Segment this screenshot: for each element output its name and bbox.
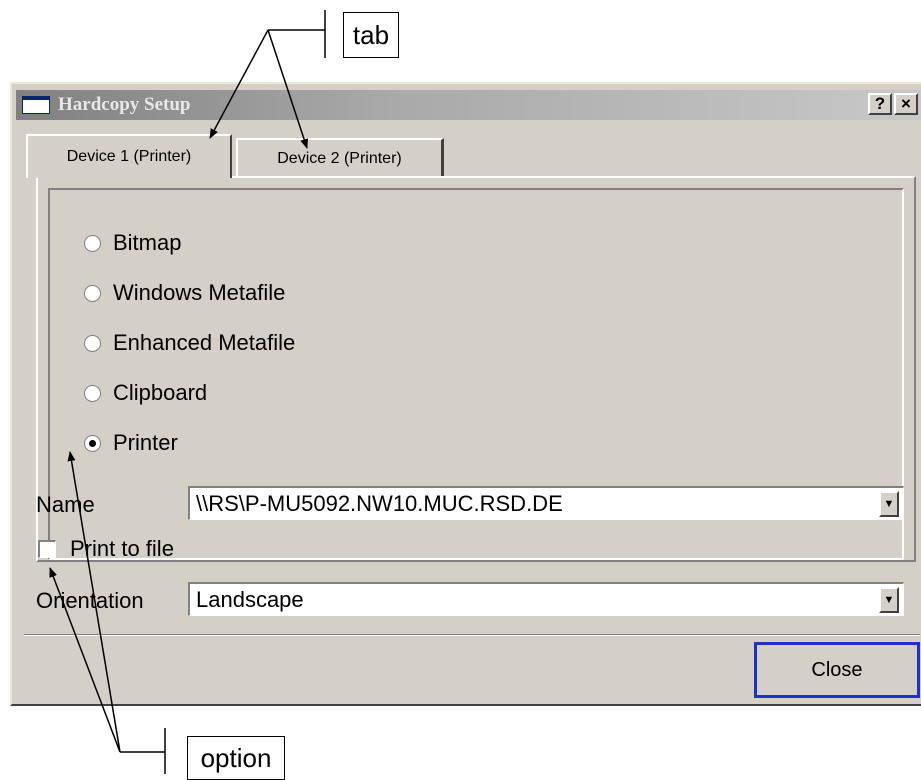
radio-clipboard[interactable] (84, 384, 101, 402)
option-label: Printer (113, 430, 178, 455)
title-bar[interactable]: Hardcopy Setup ? × (16, 90, 921, 120)
print-to-file-label[interactable]: Print to file (70, 536, 174, 562)
option-printer[interactable]: Printer (84, 426, 178, 460)
dialog-title: Hardcopy Setup (58, 94, 191, 115)
radio-bitmap[interactable] (84, 234, 101, 252)
option-label: Enhanced Metafile (113, 330, 296, 355)
tab-device-1[interactable]: Device 1 (Printer) (26, 134, 232, 178)
option-enhanced-metafile[interactable]: Enhanced Metafile (84, 326, 295, 360)
option-callout: option (187, 736, 285, 780)
help-icon[interactable]: ? (868, 93, 892, 115)
close-button[interactable]: Close (754, 642, 920, 698)
window-icon (22, 96, 50, 114)
option-label: Bitmap (113, 230, 182, 255)
chevron-down-icon[interactable]: ▼ (879, 587, 899, 613)
radio-windows-metafile[interactable] (84, 284, 101, 302)
orientation-label: Orientation (36, 588, 144, 613)
option-label: Windows Metafile (113, 280, 286, 305)
hardcopy-setup-dialog: Hardcopy Setup ? × Device 1 (Printer) De… (10, 82, 921, 706)
option-clipboard[interactable]: Clipboard (84, 376, 207, 410)
divider (24, 634, 920, 636)
tab-device-2[interactable]: Device 2 (Printer) (236, 138, 444, 178)
orientation-select[interactable]: Landscape ▼ (188, 582, 904, 616)
name-select[interactable]: \\RS\P-MU5092.NW10.MUC.RSD.DE ▼ (188, 486, 904, 520)
tab-callout: tab (343, 12, 399, 58)
name-value: \\RS\P-MU5092.NW10.MUC.RSD.DE (196, 490, 563, 516)
print-to-file-checkbox[interactable] (38, 540, 56, 558)
radio-enhanced-metafile[interactable] (84, 334, 101, 352)
close-icon[interactable]: × (894, 93, 918, 115)
option-label: Clipboard (113, 380, 208, 405)
chevron-down-icon[interactable]: ▼ (879, 491, 899, 517)
radio-printer[interactable] (84, 434, 101, 452)
orientation-value: Landscape (196, 586, 304, 612)
option-windows-metafile[interactable]: Windows Metafile (84, 276, 285, 310)
name-label: Name (36, 492, 95, 517)
option-bitmap[interactable]: Bitmap (84, 226, 181, 260)
